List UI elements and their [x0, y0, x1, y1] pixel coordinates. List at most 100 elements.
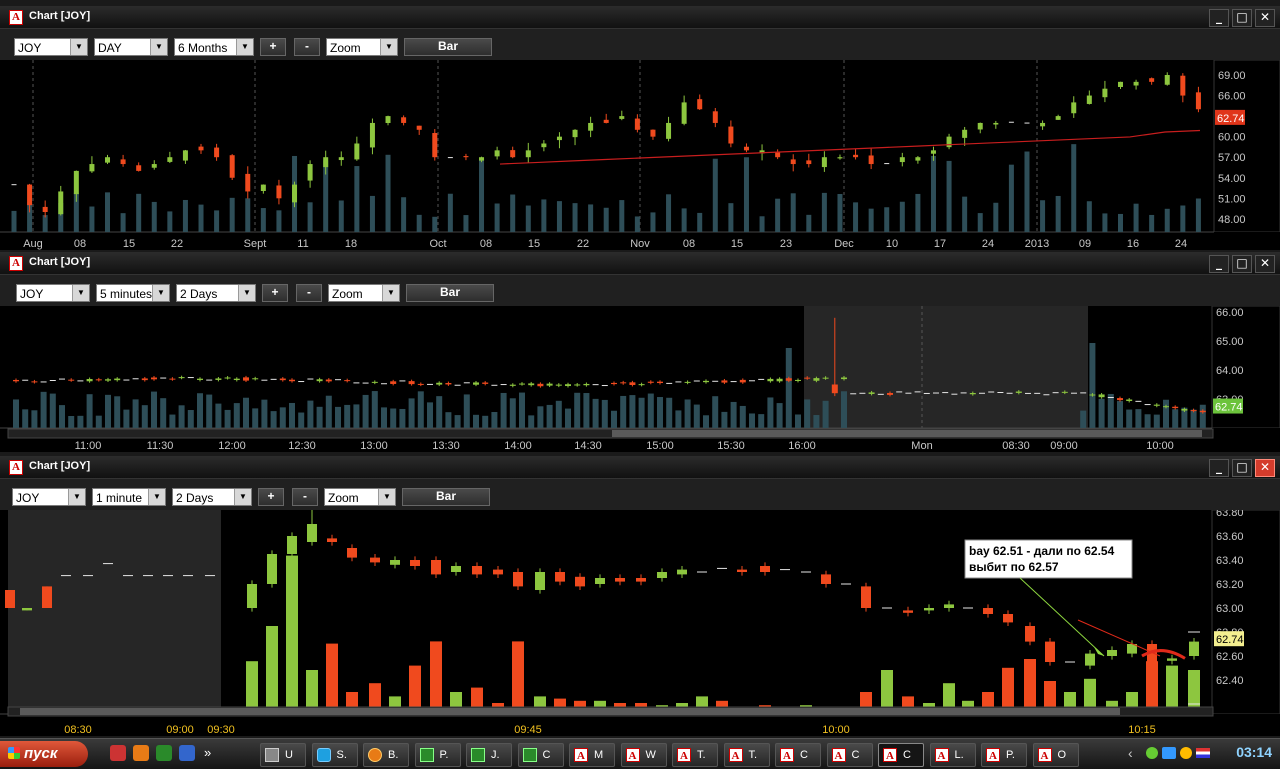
- candle-body: [1015, 391, 1022, 393]
- zoom-in-button[interactable]: +: [262, 284, 288, 302]
- daily-price-chart[interactable]: 69.0066.0063.0060.0057.0054.0051.0048.00…: [0, 60, 1280, 250]
- title-bar[interactable]: A Chart [JOY] _ □ ✕: [0, 456, 1280, 479]
- bar-type-button[interactable]: Bar: [406, 284, 494, 302]
- range-select[interactable]: 6 Months ▼: [174, 38, 254, 56]
- volume-bar: [1055, 195, 1061, 232]
- taskbar-item[interactable]: AO: [1032, 743, 1079, 767]
- taskbar-item[interactable]: AC: [826, 743, 873, 767]
- excel-icon[interactable]: [156, 745, 172, 761]
- taskbar-item[interactable]: AM: [569, 743, 615, 767]
- zoom-select[interactable]: Zoom ▼: [324, 488, 396, 506]
- maximize-button[interactable]: □: [1232, 255, 1252, 273]
- opera-icon[interactable]: [110, 745, 126, 761]
- taskbar-item[interactable]: C: [517, 743, 564, 767]
- candle-body: [525, 150, 531, 158]
- zoom-in-button[interactable]: +: [260, 38, 286, 56]
- save-icon[interactable]: [179, 745, 195, 761]
- interval-select[interactable]: 5 minutes ▼: [96, 284, 170, 302]
- zoom-out-button[interactable]: -: [292, 488, 318, 506]
- language-flag-icon[interactable]: [1196, 748, 1210, 758]
- volume-bar: [712, 396, 719, 428]
- candle-body: [510, 150, 516, 158]
- title-bar[interactable]: A Chart [JOY] _ □ ✕: [0, 6, 1280, 29]
- candle-body: [638, 384, 645, 386]
- taskbar-item[interactable]: S.: [311, 743, 358, 767]
- volume-bar: [603, 207, 609, 232]
- zoom-out-button[interactable]: -: [296, 284, 322, 302]
- candle-body: [657, 381, 663, 384]
- volume-bar: [316, 406, 323, 428]
- symbol-select[interactable]: JOY ▼: [16, 284, 90, 302]
- price-tick-label: 48.00: [1218, 214, 1246, 226]
- symbol-select[interactable]: JOY ▼: [12, 488, 86, 506]
- volume-bar: [141, 405, 148, 428]
- candle-body: [1199, 410, 1206, 413]
- title-bar[interactable]: A Chart [JOY] _ □ ✕: [0, 252, 1280, 275]
- minimize-button[interactable]: _: [1209, 459, 1229, 477]
- minimize-button[interactable]: _: [1209, 255, 1229, 273]
- taskbar-item[interactable]: U: [260, 743, 306, 767]
- bar-type-button[interactable]: Bar: [404, 38, 492, 56]
- candle-body: [1190, 410, 1197, 412]
- symbol-select[interactable]: JOY ▼: [14, 38, 88, 56]
- close-button[interactable]: ✕: [1255, 255, 1275, 273]
- minimize-button[interactable]: _: [1209, 9, 1229, 27]
- taskbar-item[interactable]: A T.: [672, 743, 718, 767]
- intraday-5min-chart[interactable]: 66.0065.0064.0063.0011:0011:3012:0012:30…: [0, 306, 1280, 452]
- chrome-icon[interactable]: [1180, 747, 1192, 759]
- candle-body: [369, 122, 375, 148]
- zoom-in-button[interactable]: +: [258, 488, 284, 506]
- taskbar-item[interactable]: J.: [466, 743, 512, 767]
- firefox-icon[interactable]: [133, 745, 149, 761]
- candle-body: [513, 572, 523, 587]
- volume-bar: [822, 400, 829, 428]
- zoom-out-button[interactable]: -: [294, 38, 320, 56]
- network-icon[interactable]: [1162, 747, 1176, 759]
- taskbar-item[interactable]: AC: [878, 743, 924, 767]
- zoom-select[interactable]: Zoom ▼: [326, 38, 398, 56]
- volume-bar: [252, 408, 259, 428]
- volume-bar: [49, 393, 56, 428]
- taskbar-item[interactable]: B.: [363, 743, 409, 767]
- price-tick-label: 54.00: [1218, 173, 1246, 185]
- volume-bar: [1024, 659, 1036, 714]
- intraday-1min-chart[interactable]: 63.8063.6063.4063.2063.0062.8062.6062.40…: [0, 510, 1280, 736]
- volume-bar: [279, 407, 286, 428]
- shield-icon[interactable]: [1146, 747, 1158, 759]
- clock[interactable]: 03:14: [1236, 744, 1272, 760]
- volume-bar: [169, 414, 176, 428]
- bar-type-button[interactable]: Bar: [402, 488, 490, 506]
- candle-body: [595, 578, 605, 584]
- interval-select[interactable]: DAY ▼: [94, 38, 168, 56]
- taskbar-item[interactable]: P.: [414, 743, 461, 767]
- price-tick-label: 62.60: [1216, 651, 1244, 663]
- interval-select[interactable]: 1 minute ▼: [92, 488, 166, 506]
- volume-bar: [22, 409, 29, 428]
- close-button[interactable]: ✕: [1255, 9, 1275, 27]
- tray-expand-icon[interactable]: ‹: [1128, 745, 1133, 761]
- taskbar-item[interactable]: AW: [620, 743, 667, 767]
- taskbar-item[interactable]: AC: [775, 743, 821, 767]
- range-select[interactable]: 2 Days ▼: [172, 488, 252, 506]
- start-button[interactable]: пуск: [0, 741, 88, 767]
- zoom-select[interactable]: Zoom ▼: [328, 284, 400, 302]
- volume-bar: [525, 205, 531, 232]
- taskbar-item[interactable]: A L.: [929, 743, 976, 767]
- range-select[interactable]: 2 Days ▼: [176, 284, 256, 302]
- candle-body: [1061, 391, 1068, 393]
- app-icon: A: [677, 748, 691, 762]
- candle-body: [583, 383, 590, 386]
- price-axis: [1213, 60, 1280, 233]
- volume-bar: [491, 411, 498, 428]
- close-button[interactable]: ✕: [1255, 459, 1275, 477]
- candle-body: [1167, 658, 1177, 661]
- volume-bar: [1117, 401, 1123, 428]
- maximize-button[interactable]: □: [1232, 459, 1252, 477]
- maximize-button[interactable]: □: [1232, 9, 1252, 27]
- overflow-chevron-icon[interactable]: »: [204, 745, 211, 760]
- taskbar-item[interactable]: A T.: [723, 743, 770, 767]
- taskbar-item[interactable]: A P.: [981, 743, 1027, 767]
- last-price-label: 62.74: [1216, 634, 1244, 646]
- candle-body: [1133, 81, 1139, 86]
- candle-body: [962, 129, 968, 138]
